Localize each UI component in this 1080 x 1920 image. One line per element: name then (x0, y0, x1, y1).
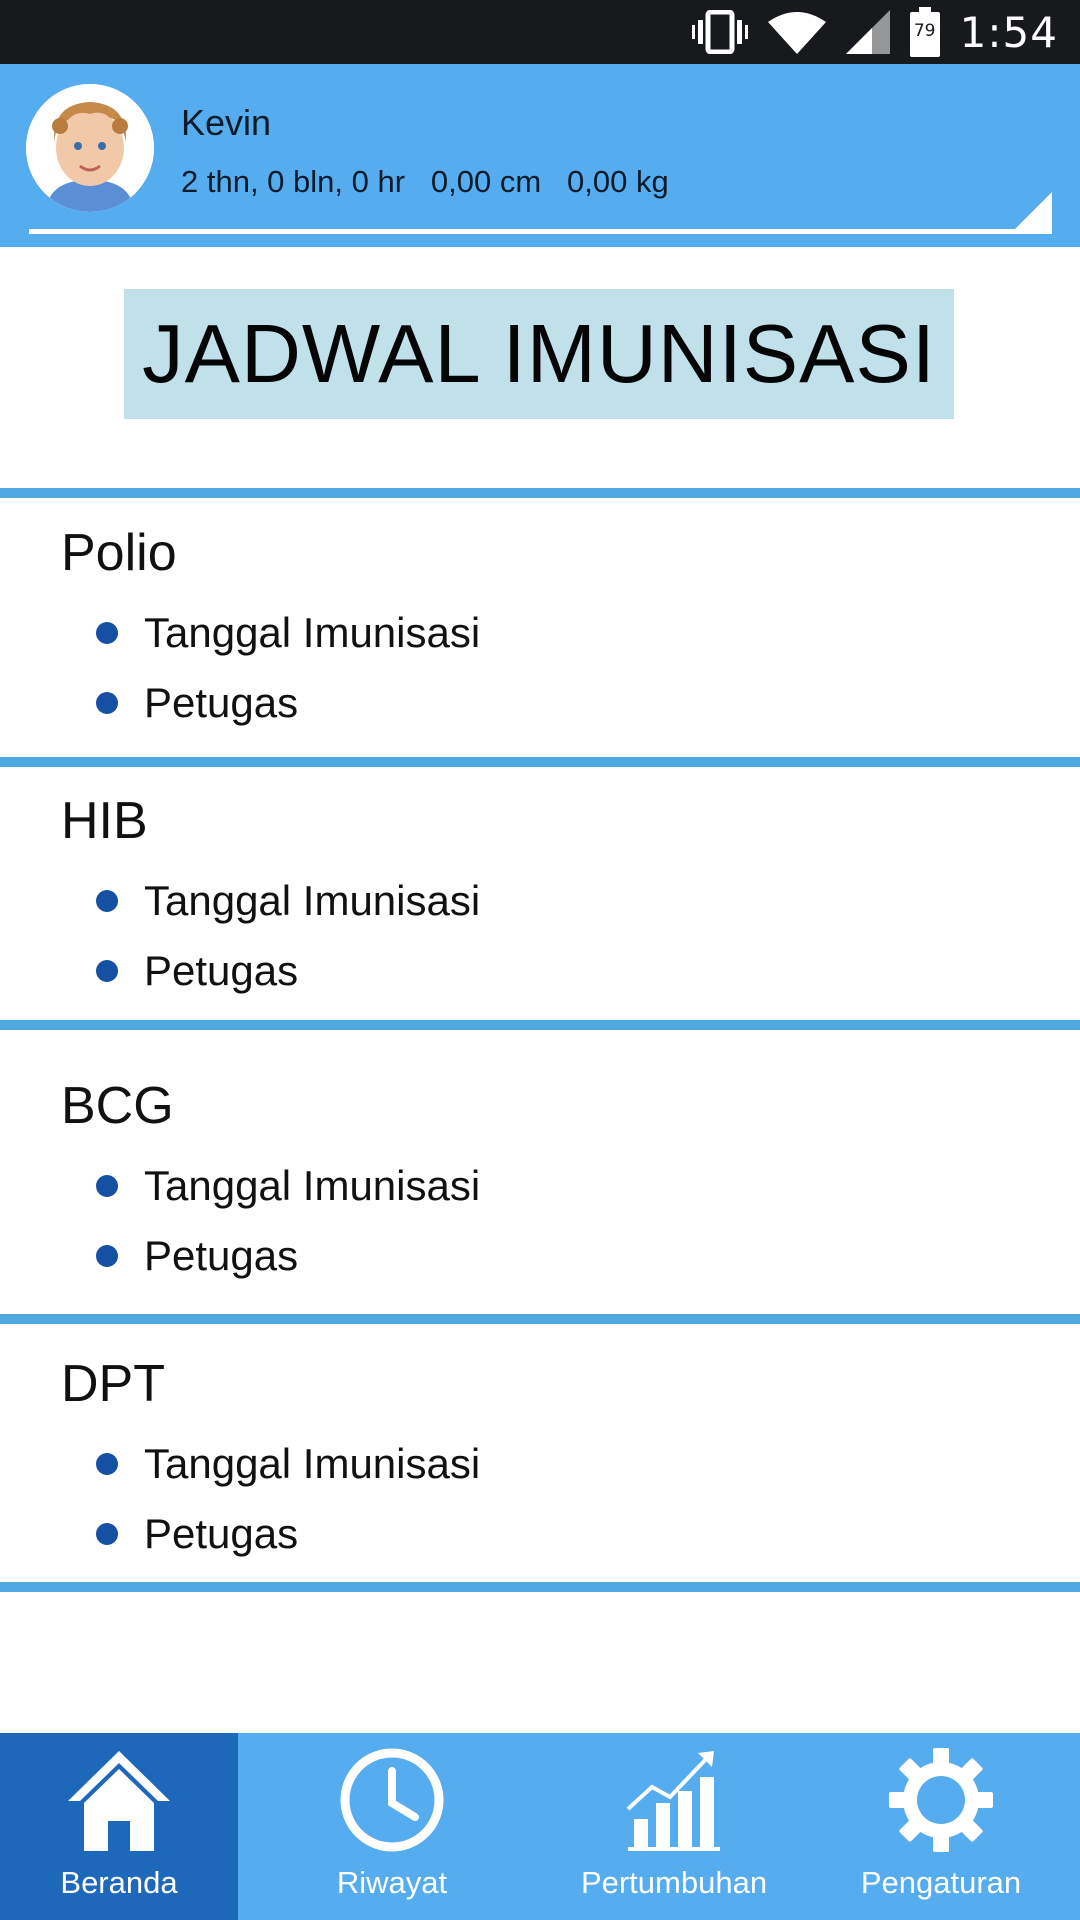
section-divider (0, 1582, 1080, 1592)
wifi-icon (767, 12, 826, 54)
vaccine-name: BCG (61, 1077, 174, 1135)
detail-label: Tanggal Imunisasi (144, 877, 481, 924)
detail-label: Tanggal Imunisasi (144, 1440, 481, 1487)
cellular-signal-icon (845, 10, 890, 54)
detail-row: Petugas (96, 1509, 298, 1559)
vaccine-name: Polio (61, 524, 177, 582)
vaccine-name: HIB (61, 792, 148, 850)
battery-icon: 79 (909, 7, 940, 57)
status-bar: 79 1:54 (0, 0, 1080, 64)
nav-label: Beranda (60, 1865, 178, 1900)
detail-row: Tanggal Imunisasi (96, 876, 480, 926)
child-height: 0,00 cm (430, 164, 542, 199)
bottom-navigation: Beranda Riwayat Pertumbuhan Pengaturan (0, 1733, 1080, 1920)
child-weight: 0,00 kg (567, 164, 669, 199)
home-icon (68, 1751, 170, 1851)
growth-chart-icon (626, 1751, 720, 1851)
nav-item-beranda[interactable]: Beranda (0, 1733, 238, 1920)
battery-level: 79 (913, 21, 936, 41)
nav-item-riwayat[interactable]: Riwayat (238, 1733, 546, 1920)
page-title-box: JADWAL IMUNISASI (124, 289, 954, 419)
section-divider (0, 1020, 1080, 1030)
bullet-icon (96, 692, 118, 714)
page-title: JADWAL IMUNISASI (142, 307, 936, 400)
child-avatar[interactable] (26, 84, 154, 212)
detail-label: Petugas (144, 679, 299, 726)
bullet-icon (96, 1453, 118, 1475)
header-underline (29, 229, 1052, 234)
nav-item-pengaturan[interactable]: Pengaturan (802, 1733, 1080, 1920)
bullet-icon (96, 622, 118, 644)
detail-row: Tanggal Imunisasi (96, 1439, 480, 1489)
vibrate-icon (691, 10, 748, 54)
bullet-icon (96, 1245, 118, 1267)
bullet-icon (96, 1175, 118, 1197)
section-divider (0, 1314, 1080, 1324)
detail-label: Tanggal Imunisasi (144, 609, 481, 656)
clock-icon (340, 1748, 444, 1852)
dropdown-corner-icon[interactable] (1012, 192, 1052, 232)
profile-header[interactable]: Kevin 2 thn, 0 bln, 0 hr 0,00 cm 0,00 kg (0, 64, 1080, 247)
detail-label: Petugas (144, 1510, 299, 1557)
detail-label: Tanggal Imunisasi (144, 1162, 481, 1209)
child-age: 2 thn, 0 bln, 0 hr (181, 164, 406, 199)
detail-label: Petugas (144, 1232, 299, 1279)
detail-row: Petugas (96, 946, 298, 996)
section-divider (0, 488, 1080, 498)
detail-row: Tanggal Imunisasi (96, 1161, 480, 1211)
nav-item-pertumbuhan[interactable]: Pertumbuhan (546, 1733, 802, 1920)
nav-label: Riwayat (336, 1865, 448, 1900)
bullet-icon (96, 1523, 118, 1545)
detail-label: Petugas (144, 947, 299, 994)
vaccine-name: DPT (61, 1355, 165, 1413)
child-stats: 2 thn, 0 bln, 0 hr 0,00 cm 0,00 kg (181, 164, 669, 200)
section-divider (0, 757, 1080, 767)
status-time: 1:54 (959, 7, 1058, 57)
gear-icon (889, 1748, 993, 1852)
detail-row: Petugas (96, 1231, 298, 1281)
bullet-icon (96, 890, 118, 912)
nav-label: Pengaturan (860, 1865, 1022, 1900)
child-name: Kevin (181, 102, 272, 143)
bullet-icon (96, 960, 118, 982)
detail-row: Tanggal Imunisasi (96, 608, 480, 658)
nav-label: Pertumbuhan (580, 1865, 768, 1900)
detail-row: Petugas (96, 678, 298, 728)
